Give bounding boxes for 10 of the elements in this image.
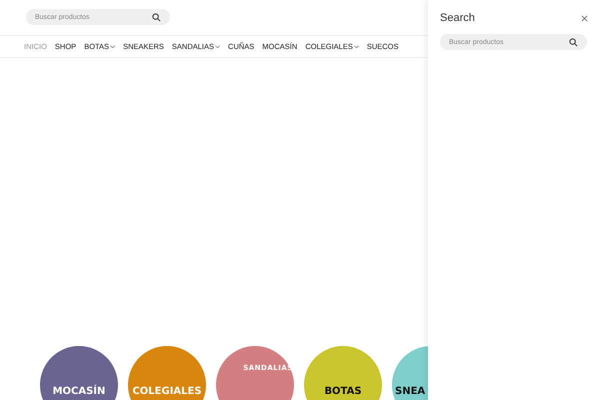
category-circle[interactable]: SNEA xyxy=(392,346,428,400)
caret-icon xyxy=(215,44,220,48)
caret-icon xyxy=(354,44,359,48)
close-icon[interactable] xyxy=(581,14,588,22)
panel-title: Search xyxy=(440,12,475,24)
caret-icon xyxy=(110,44,116,48)
search-icon xyxy=(152,13,161,22)
search-icon xyxy=(569,38,578,47)
category-circle[interactable]: MOCASÍN xyxy=(40,346,118,400)
category-circle[interactable]: BOTAS xyxy=(304,346,382,400)
